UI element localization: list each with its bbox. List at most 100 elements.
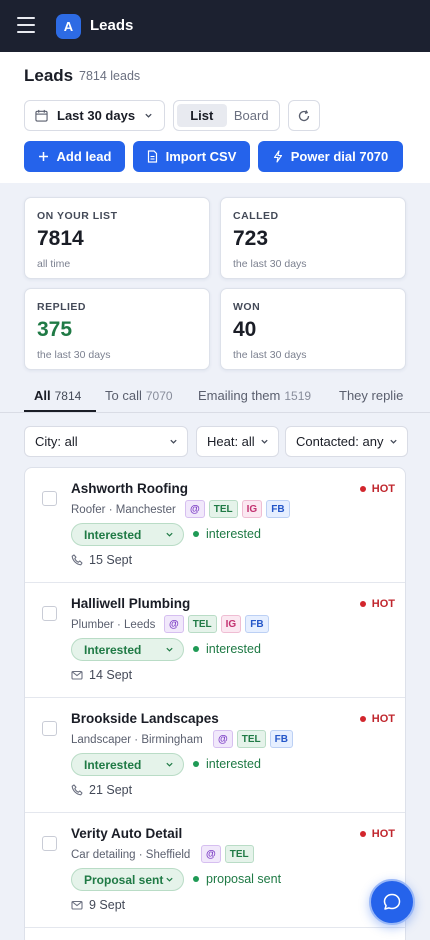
lead-checkbox[interactable] (42, 606, 57, 621)
date-range-select[interactable]: Last 30 days (24, 100, 165, 131)
lead-name[interactable]: Brookside Landscapes (71, 711, 219, 726)
mail-icon (71, 670, 83, 680)
stage-select[interactable]: Proposal sent (71, 868, 184, 891)
heat-badge: HOT (359, 713, 395, 725)
stat-sub: all time (37, 258, 71, 270)
tab-count: 7070 (145, 389, 173, 403)
add-lead-label: Add lead (56, 149, 112, 164)
heat-filter-label: Heat: all (207, 434, 255, 449)
heat-badge: HOT (359, 598, 395, 610)
status-label: proposal sent (206, 872, 282, 886)
app-logo: A (56, 14, 81, 39)
chevron-down-icon (166, 762, 173, 767)
phone-channel-chip: TEL (208, 500, 238, 518)
lead-status: interested (193, 527, 261, 541)
facebook-channel-chip: FB (245, 615, 269, 633)
heat-filter[interactable]: Heat: all (196, 426, 279, 457)
filter-tabs: All 7814 To call 7070 Emailing them 1519 Th… (0, 376, 430, 413)
lead-name[interactable]: Ashworth Roofing (71, 481, 188, 496)
lead-meta: Landscaper · Birmingham (71, 734, 203, 746)
page-title: Leads (24, 66, 74, 85)
email-channel-chip: @ (185, 500, 205, 518)
lightning-icon (273, 150, 282, 163)
lead-name[interactable]: Verity Auto Detail (71, 826, 182, 841)
lead-row[interactable]: Ashworth Roofing Roofer · Manchester @ T… (25, 468, 405, 583)
tab-label: They replie (339, 388, 404, 403)
stat-sub: the last 30 days (233, 258, 307, 270)
refresh-button[interactable] (288, 100, 320, 131)
last-contact: 14 Sept (71, 668, 132, 682)
plus-icon (38, 152, 48, 161)
channel-chips: @ TEL IG FB (185, 500, 290, 518)
channel-chips: @ TEL FB (213, 730, 293, 748)
email-channel-chip: @ (164, 615, 184, 633)
import-csv-button[interactable]: Import CSV (133, 141, 250, 172)
lead-checkbox[interactable] (42, 836, 57, 851)
status-label: interested (206, 757, 261, 771)
contacted-filter-label: Contacted: any (296, 434, 384, 449)
facebook-channel-chip: FB (266, 500, 290, 518)
lead-meta: Car detailing · Sheffield (71, 849, 191, 861)
lead-row[interactable]: Halliwell Plumbing Plumber · Leeds @ TEL… (25, 583, 405, 698)
mail-icon (71, 900, 83, 910)
status-label: interested (206, 642, 261, 656)
refresh-icon (298, 109, 310, 121)
chevron-down-icon (166, 532, 173, 537)
tab-replied[interactable]: They replie (339, 376, 403, 412)
stat-label: ON YOUR LIST (37, 210, 118, 222)
stat-label: WON (233, 301, 261, 313)
phone-channel-chip: TEL (224, 845, 254, 863)
stat-sub: the last 30 days (233, 349, 307, 361)
channel-chips: @ TEL (201, 845, 254, 863)
phone-icon (71, 554, 83, 566)
tab-emailing[interactable]: Emailing them 1519 (198, 376, 311, 412)
add-lead-button[interactable]: Add lead (24, 141, 125, 172)
lead-row[interactable]: Brookside Landscapes Landscaper · Birmin… (25, 698, 405, 813)
stage-label: Interested (84, 757, 142, 772)
tab-to-call[interactable]: To call 7070 (105, 376, 173, 412)
last-contact: 15 Sept (71, 553, 132, 567)
view-list-button[interactable]: List (177, 104, 227, 127)
status-dot-icon (193, 761, 199, 767)
power-dial-label: Power dial 7070 (290, 149, 389, 164)
heat-label: HOT (371, 483, 395, 495)
stage-label: Proposal sent (84, 872, 164, 887)
last-contact-date: 15 Sept (89, 553, 133, 567)
lead-row[interactable]: Verity Auto Detail Car detailing · Sheff… (25, 813, 405, 928)
view-toggle: List Board (173, 100, 280, 131)
lead-status: proposal sent (193, 872, 281, 886)
date-range-label: Last 30 days (57, 108, 136, 123)
stage-select[interactable]: Interested (71, 753, 184, 776)
stat-card-on-list: ON YOUR LIST 7814 all time (24, 197, 210, 279)
tab-label: All (34, 388, 51, 403)
stat-sub: the last 30 days (37, 349, 111, 361)
hot-dot-icon (359, 716, 366, 722)
stat-value: 7814 (37, 227, 84, 250)
stage-select[interactable]: Interested (71, 523, 184, 546)
page-header: Leads 7814 leads Last 30 days List Board… (0, 52, 430, 183)
status-dot-icon (193, 531, 199, 537)
tab-count: 1519 (284, 389, 312, 403)
tab-count: 7814 (54, 389, 82, 403)
city-filter[interactable]: City: all (24, 426, 188, 457)
lead-count: 7814 leads (79, 69, 141, 83)
contacted-filter[interactable]: Contacted: any (285, 426, 408, 457)
tab-all[interactable]: All 7814 (24, 376, 96, 412)
top-bar: A Leads (0, 0, 430, 52)
lead-name[interactable]: Halliwell Plumbing (71, 596, 190, 611)
stage-label: Interested (84, 642, 142, 657)
power-dial-button[interactable]: Power dial 7070 (258, 141, 403, 172)
hamburger-menu-icon[interactable] (17, 17, 35, 33)
hot-dot-icon (359, 486, 366, 492)
stage-select[interactable]: Interested (71, 638, 184, 661)
stat-value: 723 (233, 227, 269, 250)
view-board-button[interactable]: Board (227, 104, 277, 127)
lead-checkbox[interactable] (42, 721, 57, 736)
last-contact: 21 Sept (71, 783, 132, 797)
lead-checkbox[interactable] (42, 491, 57, 506)
instagram-channel-chip: IG (220, 615, 242, 633)
heat-label: HOT (371, 828, 395, 840)
heat-badge: HOT (359, 483, 395, 495)
chat-button[interactable] (369, 879, 415, 925)
last-contact-date: 21 Sept (89, 783, 133, 797)
